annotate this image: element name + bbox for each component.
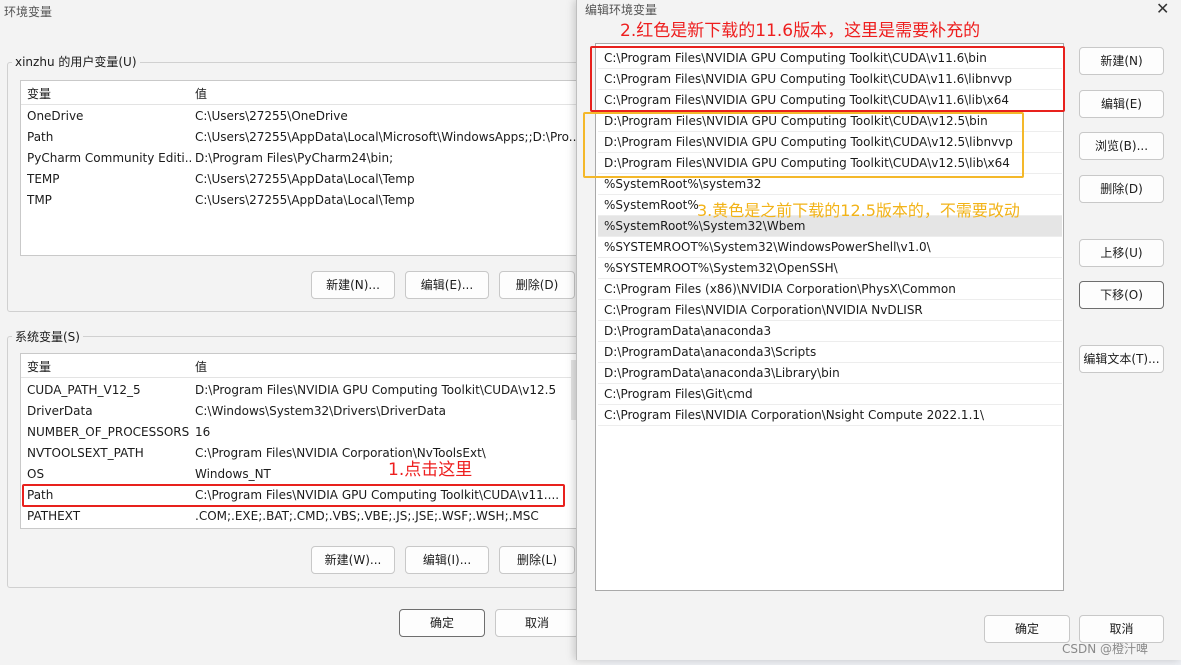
dialog-cancel-button[interactable]: 取消 bbox=[1079, 615, 1164, 643]
table-row[interactable]: TEMP C:\Users\27255\AppData\Local\Temp bbox=[21, 169, 589, 190]
list-item[interactable]: C:\Program Files\Git\cmd bbox=[598, 384, 1062, 405]
column-header-value[interactable]: 值 bbox=[195, 85, 207, 102]
table-row[interactable]: PATHEXT .COM;.EXE;.BAT;.CMD;.VBS;.VBE;.JS… bbox=[21, 506, 589, 527]
annotation-click-here: 1.点击这里 bbox=[388, 460, 473, 480]
table-row[interactable]: PyCharm Community Editi... D:\Program Fil… bbox=[21, 148, 589, 169]
window-title: 环境变量 bbox=[4, 5, 53, 19]
annotation-red-note: 2.红色是新下载的11.6版本，这里是需要补充的 bbox=[620, 21, 981, 41]
table-row[interactable]: OS Windows_NT bbox=[21, 464, 589, 485]
table-row[interactable]: CUDA_PATH_V12_5 D:\Program Files\NVIDIA G… bbox=[21, 380, 589, 401]
table-row[interactable]: DriverData C:\Windows\System32\Drivers\Dr… bbox=[21, 401, 589, 422]
column-header-variable[interactable]: 变量 bbox=[27, 358, 51, 375]
ok-button[interactable]: 确定 bbox=[399, 609, 485, 637]
user-variables-label: xinzhu 的用户变量(U) bbox=[12, 53, 140, 70]
list-header: 变量 值 bbox=[21, 81, 589, 105]
environment-variables-window: 环境变量 xinzhu 的用户变量(U) 变量 值 OneDrive C:\Use… bbox=[0, 0, 600, 665]
watermark: CSDN @橙汁啤 bbox=[1062, 642, 1149, 656]
table-row[interactable]: Path C:\Users\27255\AppData\Local\Microso… bbox=[21, 127, 589, 148]
column-header-variable[interactable]: 变量 bbox=[27, 85, 51, 102]
list-item[interactable]: %SYSTEMROOT%\System32\OpenSSH\ bbox=[598, 258, 1062, 279]
browse-button[interactable]: 浏览(B)... bbox=[1079, 132, 1164, 160]
edit-button[interactable]: 编辑(E) bbox=[1079, 90, 1164, 118]
user-delete-button[interactable]: 删除(D) bbox=[499, 271, 575, 299]
table-row[interactable]: TMP C:\Users\27255\AppData\Local\Temp bbox=[21, 190, 589, 211]
highlight-path-row bbox=[22, 484, 565, 507]
move-down-button[interactable]: 下移(O) bbox=[1079, 281, 1164, 309]
list-item[interactable]: D:\ProgramData\anaconda3\Scripts bbox=[598, 342, 1062, 363]
system-variables-label: 系统变量(S) bbox=[12, 328, 83, 345]
user-variables-list[interactable]: 变量 值 OneDrive C:\Users\27255\OneDrive Pat… bbox=[20, 80, 590, 256]
highlight-cuda-12-5-entries bbox=[583, 112, 1024, 178]
list-header: 变量 值 bbox=[21, 354, 589, 378]
system-delete-button[interactable]: 删除(L) bbox=[499, 546, 575, 574]
delete-button[interactable]: 删除(D) bbox=[1079, 175, 1164, 203]
table-row[interactable]: OneDrive C:\Users\27255\OneDrive bbox=[21, 106, 589, 127]
move-up-button[interactable]: 上移(U) bbox=[1079, 239, 1164, 267]
table-row[interactable]: NVTOOLSEXT_PATH C:\Program Files\NVIDIA C… bbox=[21, 443, 589, 464]
list-item[interactable]: C:\Program Files (x86)\NVIDIA Corporatio… bbox=[598, 279, 1062, 300]
new-button[interactable]: 新建(N) bbox=[1079, 47, 1164, 75]
system-new-button[interactable]: 新建(W)... bbox=[311, 546, 395, 574]
list-item[interactable]: D:\ProgramData\anaconda3\Library\bin bbox=[598, 363, 1062, 384]
dialog-ok-button[interactable]: 确定 bbox=[984, 615, 1070, 643]
edit-text-button[interactable]: 编辑文本(T)... bbox=[1079, 345, 1164, 373]
table-row[interactable]: NUMBER_OF_PROCESSORS 16 bbox=[21, 422, 589, 443]
annotation-yellow-note: 3.黄色是之前下载的12.5版本的，不需要改动 bbox=[697, 201, 1020, 220]
user-new-button[interactable]: 新建(N)... bbox=[311, 271, 395, 299]
column-header-value[interactable]: 值 bbox=[195, 358, 207, 375]
close-icon[interactable]: ✕ bbox=[1156, 0, 1169, 18]
list-item[interactable]: C:\Program Files\NVIDIA Corporation\Nsig… bbox=[598, 405, 1062, 426]
highlight-cuda-11-6-entries bbox=[590, 46, 1065, 112]
list-item[interactable]: %SYSTEMROOT%\System32\WindowsPowerShell\… bbox=[598, 237, 1062, 258]
list-item[interactable]: C:\Program Files\NVIDIA Corporation\NVID… bbox=[598, 300, 1062, 321]
cancel-button[interactable]: 取消 bbox=[495, 609, 579, 637]
user-edit-button[interactable]: 编辑(E)... bbox=[405, 271, 489, 299]
list-item[interactable]: D:\ProgramData\anaconda3 bbox=[598, 321, 1062, 342]
system-edit-button[interactable]: 编辑(I)... bbox=[405, 546, 489, 574]
